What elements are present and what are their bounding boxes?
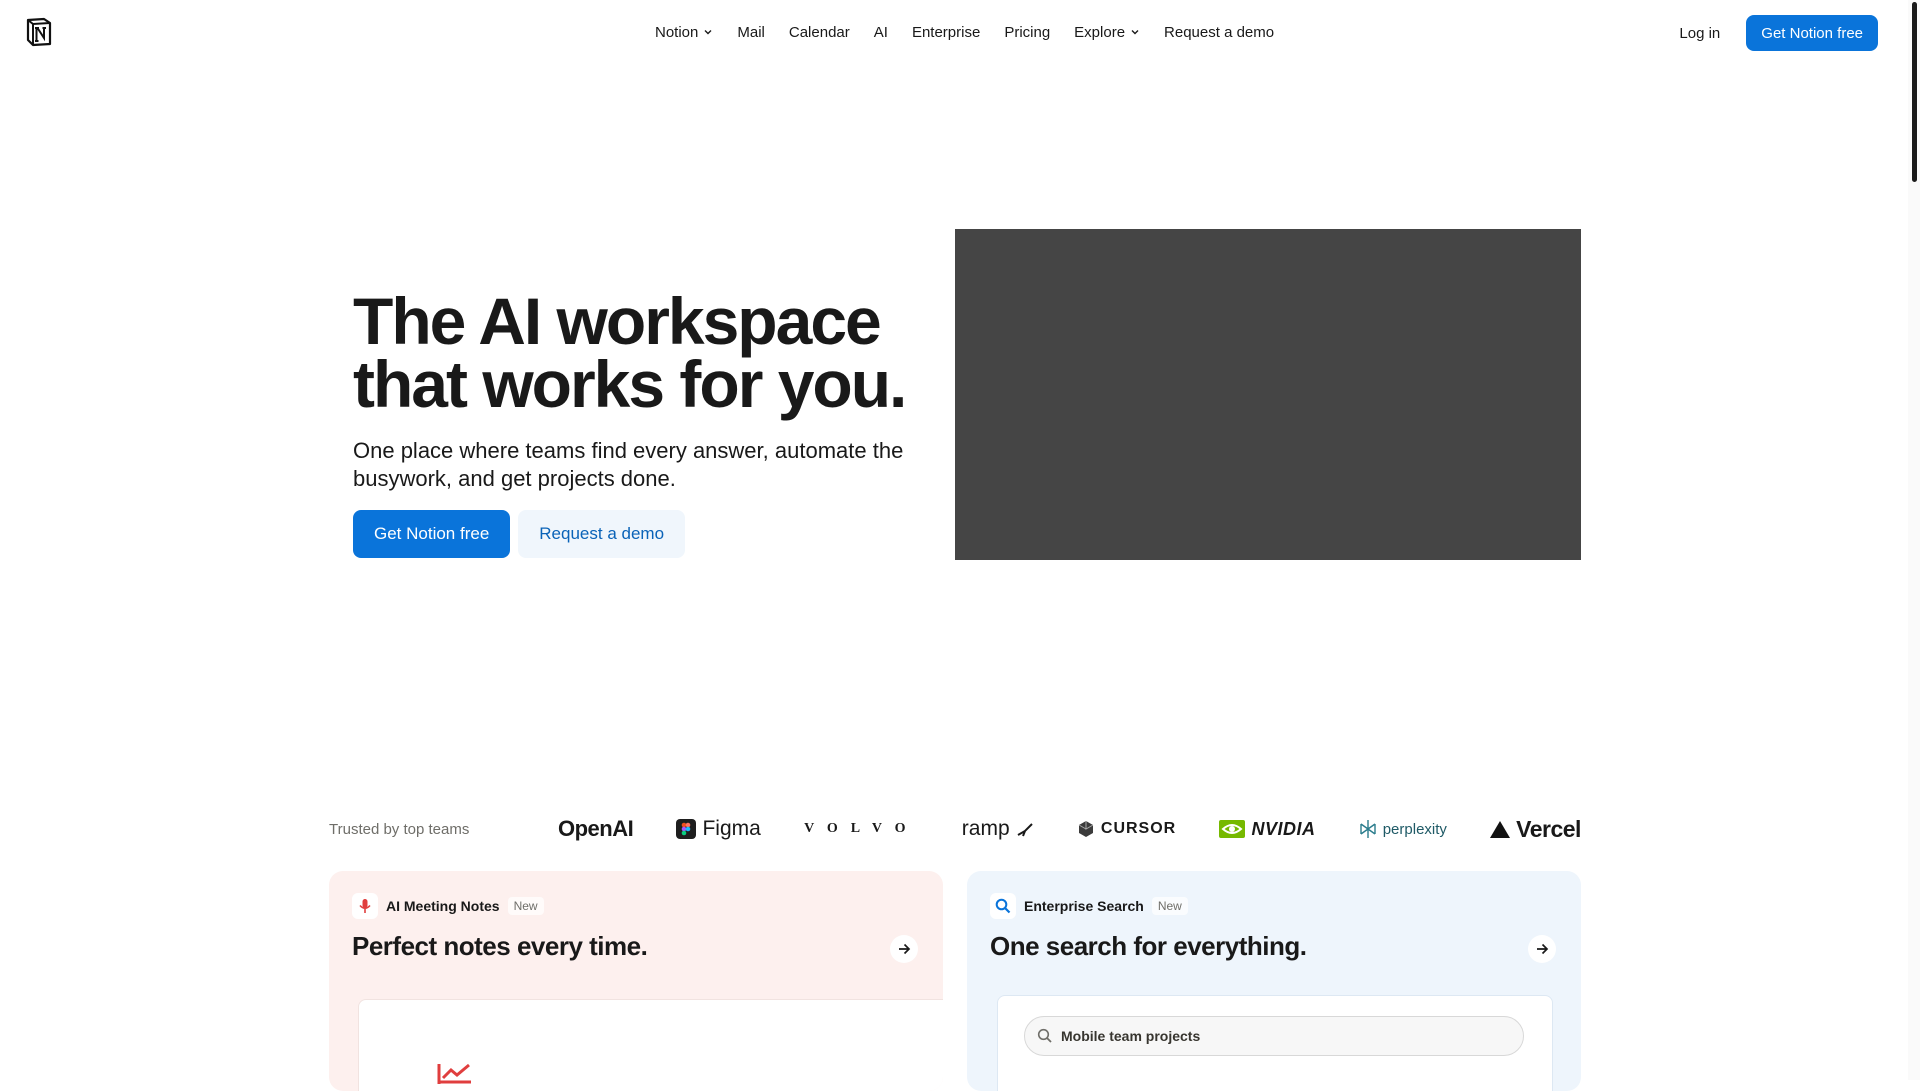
ai-meeting-notes-card[interactable]: AI Meeting Notes New Perfect notes every…: [329, 871, 943, 1091]
search-icon: [990, 893, 1016, 919]
nav-item-ai[interactable]: AI: [862, 0, 900, 64]
hero-media-placeholder: [955, 229, 1581, 560]
nvidia-logo: NVIDIA: [1219, 819, 1315, 840]
brand-name: Figma: [702, 817, 761, 840]
vercel-logo: Vercel: [1490, 816, 1581, 843]
volvo-logo: VOLVO: [804, 821, 919, 837]
figma-icon: [676, 819, 697, 839]
nav-item-label: Notion: [655, 23, 699, 41]
nav-item-label: AI: [873, 23, 888, 41]
brand-name: Vercel: [1516, 815, 1581, 842]
new-badge: New: [1151, 897, 1188, 915]
nav-item-label: Explore: [1074, 23, 1126, 41]
vercel-triangle-icon: [1490, 820, 1511, 838]
figma-logo: Figma: [676, 817, 761, 841]
card-tag-label: AI Meeting Notes: [386, 898, 500, 914]
chevron-down-icon: [704, 30, 712, 35]
nav-item-pricing[interactable]: Pricing: [992, 0, 1062, 64]
ramp-logo: ramp: [962, 817, 1034, 841]
brand-name: VOLVO: [804, 821, 919, 836]
card-tag-label: Enterprise Search: [1024, 898, 1144, 914]
card-title: One search for everything.: [990, 931, 1307, 961]
brand-name: CURSOR: [1100, 820, 1177, 837]
ramp-arrow-icon: [1017, 823, 1033, 837]
arrow-right-icon[interactable]: [1528, 935, 1556, 963]
enterprise-search-card[interactable]: Enterprise Search New One search for eve…: [967, 871, 1581, 1091]
card-title: Perfect notes every time.: [352, 931, 648, 961]
card-tag: AI Meeting Notes New: [352, 893, 544, 919]
nav-item-notion[interactable]: Notion: [643, 0, 725, 64]
nvidia-eye-icon: [1219, 820, 1246, 838]
search-icon: [1037, 1028, 1052, 1043]
brand-name: perplexity: [1382, 820, 1447, 838]
openai-logo: OpenAI: [558, 816, 634, 842]
get-notion-free-button[interactable]: Get Notion free: [353, 510, 511, 558]
main-menu: Notion Mail Calendar AI Enterprise Prici…: [643, 0, 1286, 64]
nav-item-label: Pricing: [1004, 23, 1051, 41]
search-query: Mobile team projects: [1061, 1028, 1201, 1044]
meeting-notes-preview: [358, 999, 943, 1091]
hero-actions: Get Notion free Request a demo: [353, 510, 686, 558]
nav-item-label: Mail: [737, 23, 765, 41]
notion-logo-icon[interactable]: [24, 17, 54, 47]
customer-logos: OpenAI Figma VOLVO ramp CURSOR NVIDIA pe…: [558, 812, 1581, 846]
perplexity-icon: [1360, 820, 1376, 838]
search-preview: Mobile team projects: [997, 995, 1553, 1091]
scrollbar-thumb[interactable]: [1912, 2, 1917, 182]
get-notion-free-nav-button[interactable]: Get Notion free: [1746, 15, 1878, 51]
brand-name: OpenAI: [558, 816, 634, 841]
card-tag: Enterprise Search New: [990, 893, 1188, 919]
cursor-cube-icon: [1078, 821, 1094, 837]
cursor-logo: CURSOR: [1077, 820, 1176, 838]
nav-item-mail[interactable]: Mail: [725, 0, 777, 64]
trusted-by-label: Trusted by top teams: [329, 821, 470, 838]
brand-name: ramp: [961, 817, 1010, 840]
chevron-down-icon: [1131, 30, 1139, 35]
arrow-right-icon[interactable]: [890, 935, 918, 963]
nav-item-label: Enterprise: [911, 23, 981, 41]
nav-item-label: Request a demo: [1164, 23, 1275, 41]
search-input[interactable]: Mobile team projects: [1024, 1016, 1524, 1056]
hero-title: The AI workspace that works for you.: [353, 284, 907, 421]
nav-item-enterprise[interactable]: Enterprise: [900, 0, 992, 64]
nav-item-explore[interactable]: Explore: [1062, 0, 1152, 64]
page-scrollbar[interactable]: [1908, 0, 1920, 1080]
nav-actions: Log in Get Notion free: [1679, 15, 1878, 51]
top-nav: Notion Mail Calendar AI Enterprise Prici…: [0, 0, 1908, 64]
chart-trend-icon: [437, 1063, 471, 1084]
request-demo-button[interactable]: Request a demo: [518, 510, 686, 558]
brand-name: NVIDIA: [1251, 818, 1316, 839]
login-link[interactable]: Log in: [1679, 25, 1720, 42]
microphone-icon: [352, 893, 378, 919]
nav-item-request-demo[interactable]: Request a demo: [1152, 0, 1286, 64]
nav-item-label: Calendar: [788, 23, 850, 41]
hero-subtitle: One place where teams find every answer,…: [353, 438, 904, 491]
new-badge: New: [507, 897, 544, 915]
nav-item-calendar[interactable]: Calendar: [777, 0, 862, 64]
perplexity-logo: perplexity: [1359, 819, 1447, 839]
